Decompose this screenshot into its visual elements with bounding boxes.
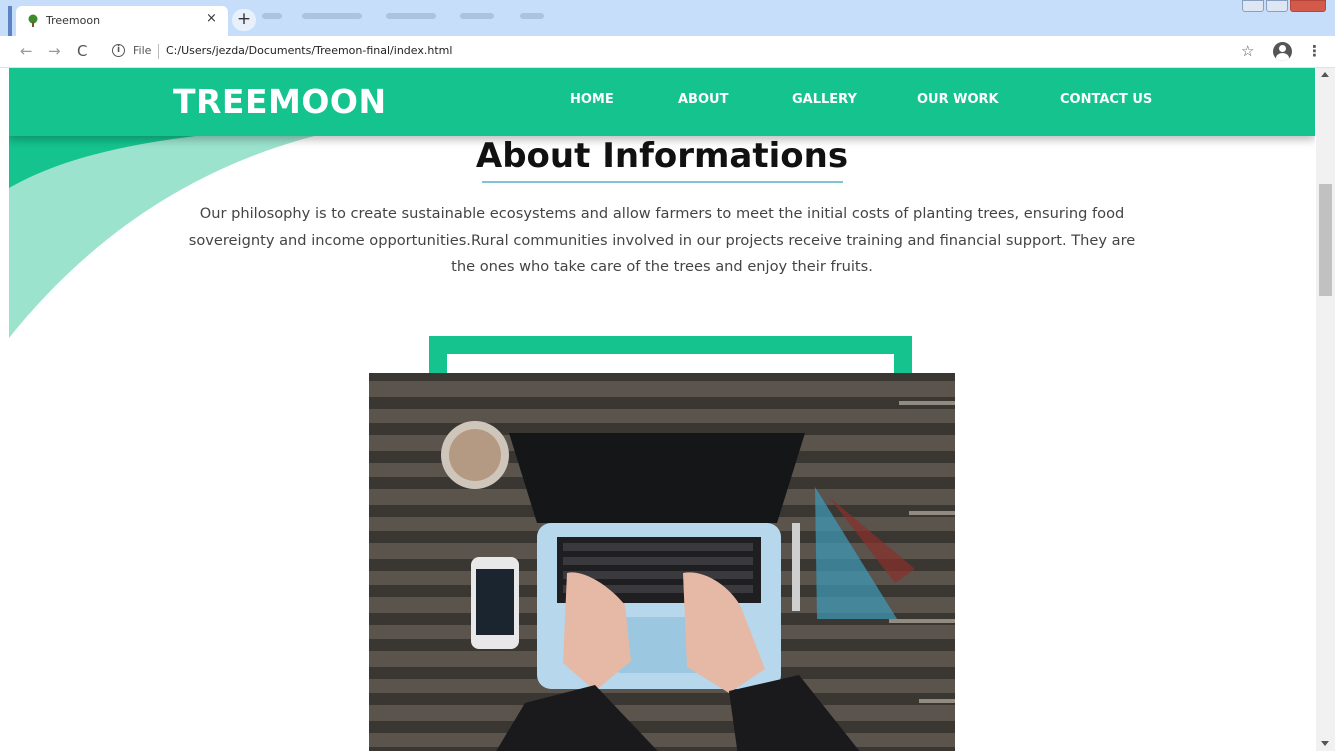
nav-home[interactable]: HOME — [570, 92, 614, 107]
scroll-up-arrow-icon[interactable] — [1321, 72, 1329, 77]
tab-title: Treemoon — [46, 14, 101, 27]
tab-close-icon[interactable]: × — [206, 11, 217, 26]
nav-our-work[interactable]: OUR WORK — [917, 92, 999, 107]
background-tab[interactable] — [386, 13, 436, 19]
heading-underline — [482, 181, 843, 183]
url-omnibox[interactable]: i File C:/Users/jezda/Documents/Treemon-… — [104, 41, 1226, 63]
about-paragraph: Our philosophy is to create sustainable … — [159, 201, 1165, 281]
avatar-head — [1279, 45, 1286, 52]
browser-tab[interactable]: Treemoon × — [16, 6, 228, 36]
web-page: TREEMOON HOME ABOUT GALLERY OUR WORK CON… — [9, 68, 1315, 751]
site-logo[interactable]: TREEMOON — [173, 82, 387, 121]
about-line: sovereignty and income opportunities.Rur… — [188, 231, 1136, 249]
maximize-window-button[interactable] — [1266, 0, 1288, 12]
tab-strip-edge — [8, 6, 12, 36]
background-tab[interactable] — [520, 13, 544, 19]
background-tab[interactable] — [302, 13, 362, 19]
scroll-thumb[interactable] — [1319, 184, 1332, 296]
browser-menu-icon[interactable]: ⋮ — [1307, 42, 1322, 60]
about-line: the ones who take care of the trees and … — [451, 258, 873, 275]
address-bar: ← → C i File C:/Users/jezda/Documents/Tr… — [0, 36, 1335, 68]
vertical-scrollbar[interactable] — [1316, 68, 1335, 751]
browser-tab-strip: Treemoon × + — [0, 0, 1335, 36]
file-scheme-label: File — [133, 44, 152, 57]
url-text[interactable]: C:/Users/jezda/Documents/Treemon-final/i… — [166, 44, 452, 57]
background-tab[interactable] — [460, 13, 494, 19]
forward-arrow-icon[interactable]: → — [48, 42, 61, 60]
nav-gallery[interactable]: GALLERY — [792, 92, 857, 107]
back-arrow-icon[interactable]: ← — [20, 42, 33, 60]
about-line: Our philosophy is to create sustainable … — [199, 205, 1125, 222]
omnibox-divider — [158, 44, 159, 59]
about-heading: About Informations — [475, 136, 849, 176]
reload-icon[interactable]: C — [77, 42, 87, 60]
laptop-desk-photo — [369, 373, 955, 751]
profile-avatar-icon[interactable] — [1273, 42, 1292, 61]
minimize-window-button[interactable] — [1242, 0, 1264, 12]
avatar-body — [1276, 53, 1289, 61]
nav-contact-us[interactable]: CONTACT US — [1060, 92, 1152, 107]
background-tab[interactable] — [262, 13, 282, 19]
info-icon[interactable]: i — [112, 44, 125, 57]
new-tab-button[interactable]: + — [232, 9, 256, 31]
nav-about[interactable]: ABOUT — [678, 92, 728, 107]
close-window-button[interactable] — [1290, 0, 1326, 12]
page-viewport: TREEMOON HOME ABOUT GALLERY OUR WORK CON… — [0, 68, 1335, 751]
site-navbar: TREEMOON HOME ABOUT GALLERY OUR WORK CON… — [9, 68, 1315, 136]
bookmark-star-icon[interactable]: ☆ — [1241, 42, 1254, 60]
tree-favicon-icon — [28, 14, 38, 27]
scroll-down-arrow-icon[interactable] — [1321, 741, 1329, 746]
